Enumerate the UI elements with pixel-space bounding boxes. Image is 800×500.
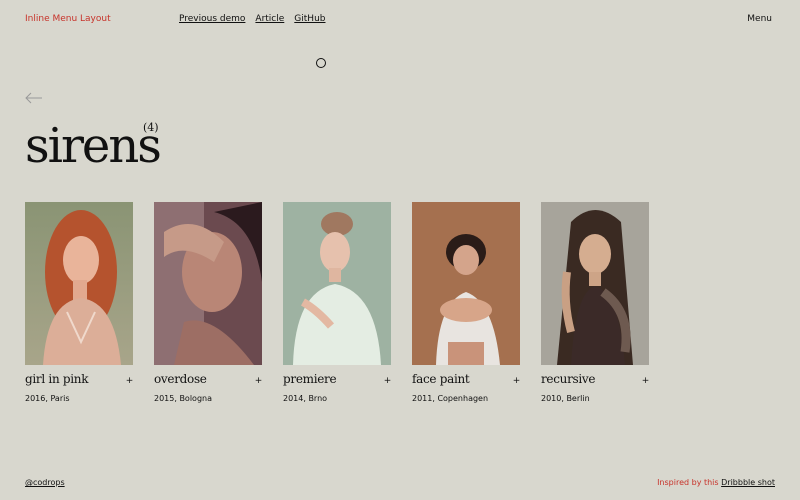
card-title[interactable]: premiere — [283, 372, 337, 386]
card-recursive[interactable]: recursive + 2010, Berlin — [541, 202, 649, 403]
card-grid: girl in pink + 2016, Paris overdose + 2015… — [25, 202, 649, 403]
plus-icon[interactable]: + — [255, 376, 263, 386]
card-title[interactable]: recursive — [541, 372, 596, 386]
previous-demo-link[interactable]: Previous demo — [179, 14, 245, 24]
item-count: (4) — [143, 121, 159, 134]
card-meta: 2016, Paris — [25, 394, 70, 403]
card-title[interactable]: girl in pink — [25, 372, 89, 386]
card-meta: 2014, Brno — [283, 394, 328, 403]
inspired-text: Inspired by this — [657, 478, 719, 487]
card-photo[interactable] — [25, 202, 133, 365]
menu-button[interactable]: Menu — [747, 14, 772, 24]
cursor-circle — [316, 58, 326, 68]
header-nav: Previous demo Article GitHub — [179, 14, 326, 24]
plus-icon[interactable]: + — [642, 376, 650, 386]
github-link[interactable]: GitHub — [294, 14, 325, 24]
footer-inspired: Inspired by this Dribbble shot — [657, 478, 775, 487]
plus-icon[interactable]: + — [384, 376, 392, 386]
card-title[interactable]: overdose — [154, 372, 207, 386]
plus-icon[interactable]: + — [126, 376, 134, 386]
card-photo[interactable] — [154, 202, 262, 365]
card-meta: 2015, Bologna — [154, 394, 212, 403]
back-arrow-icon[interactable] — [25, 92, 43, 104]
plus-icon[interactable]: + — [513, 376, 521, 386]
card-girl-in-pink[interactable]: girl in pink + 2016, Paris — [25, 202, 133, 403]
card-photo[interactable] — [541, 202, 649, 365]
card-photo[interactable] — [283, 202, 391, 365]
card-meta: 2010, Berlin — [541, 394, 590, 403]
card-photo[interactable] — [412, 202, 520, 365]
card-meta: 2011, Copenhagen — [412, 394, 489, 403]
card-title[interactable]: face paint — [412, 372, 470, 386]
card-face-paint[interactable]: face paint + 2011, Copenhagen — [412, 202, 520, 403]
dribbble-link[interactable]: Dribbble shot — [721, 478, 775, 487]
page-title: sirens — [25, 118, 162, 174]
article-link[interactable]: Article — [255, 14, 284, 24]
header-title[interactable]: Inline Menu Layout — [25, 14, 111, 24]
card-premiere[interactable]: premiere + 2014, Brno — [283, 202, 391, 403]
codrops-link[interactable]: @codrops — [25, 478, 65, 487]
card-overdose[interactable]: overdose + 2015, Bologna — [154, 202, 262, 403]
